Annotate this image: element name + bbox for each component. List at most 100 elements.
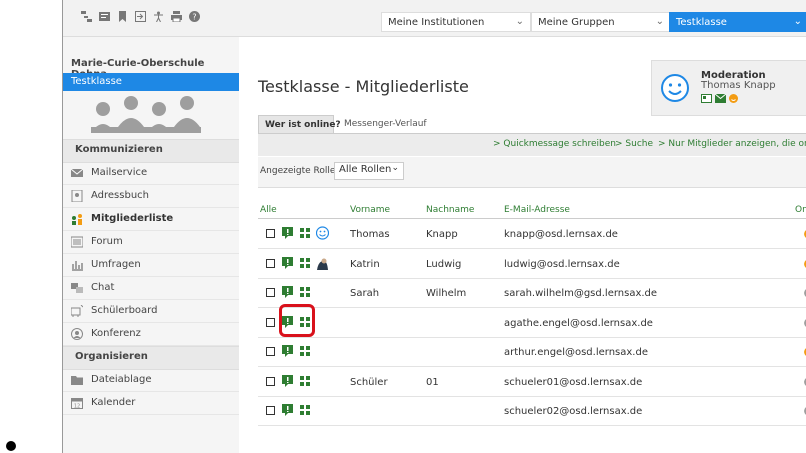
class-selector[interactable]: Testklasse: [63, 73, 239, 91]
quickmessage-icon[interactable]: [282, 345, 293, 357]
hierarchy-icon[interactable]: [81, 11, 92, 22]
toolbar-icons: ?: [81, 11, 200, 22]
tab-wer-ist-online[interactable]: Wer ist online?: [258, 115, 341, 133]
sidebar-item-forum[interactable]: Forum: [63, 231, 239, 254]
chevron-down-icon: ⌄: [515, 16, 524, 27]
last-name: Knapp: [426, 229, 458, 240]
col-first-name[interactable]: Vorname: [350, 205, 390, 215]
sidebar-item-label: Chat: [91, 282, 115, 293]
conference-icon: [71, 328, 83, 340]
sidebar-item-label: Kalender: [91, 397, 136, 408]
email-address[interactable]: agathe.engel@osd.lernsax.de: [504, 318, 653, 329]
sidebar-item-mailservice[interactable]: Mailservice: [63, 162, 239, 185]
table-row: Sarah Wilhelm sarah.wilhelm@gsd.lernsax.de: [258, 278, 806, 308]
print-icon[interactable]: [171, 11, 182, 22]
accessibility-icon[interactable]: [153, 11, 164, 22]
sidebar-item-label: Schülerboard: [91, 305, 158, 316]
quickmessage-icon[interactable]: [282, 374, 293, 387]
row-checkbox[interactable]: [266, 229, 275, 238]
sidebar-item-label: Dateiablage: [91, 374, 152, 385]
card-icon[interactable]: [99, 11, 110, 22]
row-checkbox[interactable]: [266, 347, 275, 356]
table-row: agathe.engel@osd.lernsax.de: [258, 303, 806, 338]
profile-grid-icon[interactable]: [300, 287, 310, 297]
calendar-icon: 12: [71, 398, 83, 409]
photo-avatar-icon: [316, 255, 329, 270]
mail-icon[interactable]: [715, 94, 726, 103]
sidebar-item-chat[interactable]: Chat: [63, 277, 239, 300]
sidebar-item-mitgliederliste[interactable]: Mitgliederliste: [63, 208, 239, 231]
page-title: Testklasse - Mitgliederliste: [258, 77, 469, 96]
first-name: Thomas: [350, 229, 390, 240]
quickmessage-icon[interactable]: [282, 286, 293, 298]
sidebar-item-adressbuch[interactable]: Adressbuch: [63, 185, 239, 208]
role-label: Angezeigte Rolle: [260, 166, 336, 176]
col-last-name[interactable]: Nachname: [426, 205, 474, 215]
sidebar-item-kalender[interactable]: 12 Kalender: [63, 392, 239, 415]
chat-icon: [71, 283, 83, 293]
tab-messenger-verlauf[interactable]: Messenger-Verlauf: [338, 115, 438, 133]
email-address[interactable]: schueler01@osd.lernsax.de: [504, 377, 642, 388]
row-checkbox[interactable]: [266, 376, 275, 386]
quickmessage-icon[interactable]: [282, 256, 293, 269]
profile-grid-icon[interactable]: [300, 375, 310, 386]
row-checkbox[interactable]: [266, 317, 275, 327]
first-name: Schüler: [350, 376, 388, 388]
first-name: Sarah: [350, 288, 380, 299]
mail-icon: [71, 168, 83, 177]
section-kommunizieren: Kommunizieren: [63, 139, 239, 163]
institutions-dropdown[interactable]: Meine Institutionen ⌄: [381, 12, 531, 32]
sidebar-item-dateiablage[interactable]: Dateiablage: [63, 369, 239, 392]
email-address[interactable]: arthur.engel@osd.lernsax.de: [504, 347, 648, 358]
chevron-down-icon: ⌄: [793, 16, 802, 27]
col-online[interactable]: Online: [795, 205, 806, 215]
quickmessage-icon[interactable]: [282, 227, 293, 239]
sidebar-item-konferenz[interactable]: Konferenz: [63, 323, 239, 346]
role-select[interactable]: Alle Rollen ⌄: [334, 162, 404, 180]
last-name: 01: [426, 376, 439, 388]
online-status-icon: [729, 94, 738, 103]
actions-bar: > Quickmessage schreiben > Suche > Nur M…: [258, 133, 806, 156]
groups-dropdown[interactable]: Meine Gruppen ⌄: [531, 12, 671, 32]
email-address[interactable]: schueler02@osd.lernsax.de: [504, 406, 642, 417]
members-icon: [72, 214, 82, 225]
col-all[interactable]: Alle: [260, 205, 277, 215]
row-checkbox[interactable]: [266, 258, 275, 268]
row-checkbox[interactable]: [266, 288, 275, 297]
table-row: arthur.engel@osd.lernsax.de: [258, 337, 806, 367]
bookmark-icon[interactable]: [117, 11, 128, 22]
class-dropdown-label: Testklasse: [676, 17, 727, 28]
highlight-box: [279, 303, 315, 337]
svg-text:?: ?: [192, 13, 196, 22]
top-toolbar: ? Meine Institutionen ⌄ Meine Gruppen ⌄ …: [63, 0, 806, 37]
profile-grid-icon[interactable]: [300, 257, 310, 268]
class-name: Testklasse: [71, 76, 122, 87]
role-filter-bar: Angezeigte Rolle Alle Rollen ⌄: [258, 157, 806, 188]
search-link[interactable]: > Suche: [615, 139, 653, 149]
row-checkbox[interactable]: [266, 406, 275, 415]
poll-icon: [72, 261, 83, 271]
contact-card-icon[interactable]: [701, 94, 712, 103]
profile-grid-icon[interactable]: [300, 228, 310, 238]
forum-icon: [71, 236, 83, 248]
email-address[interactable]: ludwig@osd.lernsax.de: [504, 259, 620, 270]
class-dropdown[interactable]: Testklasse ⌄: [669, 12, 806, 32]
quickmessage-link[interactable]: > Quickmessage schreiben: [493, 139, 616, 149]
section-title: Kommunizieren: [75, 144, 163, 155]
quickmessage-icon[interactable]: [282, 404, 293, 416]
profile-grid-icon[interactable]: [300, 346, 310, 356]
email-address[interactable]: sarah.wilhelm@gsd.lernsax.de: [504, 288, 657, 299]
col-email[interactable]: E-Mail-Adresse: [504, 205, 570, 215]
help-icon[interactable]: ?: [189, 11, 200, 22]
online-only-link[interactable]: > Nur Mitglieder anzeigen, die online si…: [658, 139, 806, 149]
section-organisieren: Organisieren: [63, 346, 239, 370]
sidebar-item-umfragen[interactable]: Umfragen: [63, 254, 239, 277]
email-address[interactable]: knapp@osd.lernsax.de: [504, 229, 618, 240]
first-name: Katrin: [350, 258, 380, 270]
sidebar-item-label: Adressbuch: [91, 190, 149, 201]
sidebar-item-schuelerboard[interactable]: Schülerboard: [63, 300, 239, 323]
sidebar-item-label: Forum: [91, 236, 123, 247]
group-members-icon: [91, 96, 201, 133]
profile-grid-icon[interactable]: [300, 405, 310, 415]
login-icon[interactable]: [135, 11, 146, 22]
